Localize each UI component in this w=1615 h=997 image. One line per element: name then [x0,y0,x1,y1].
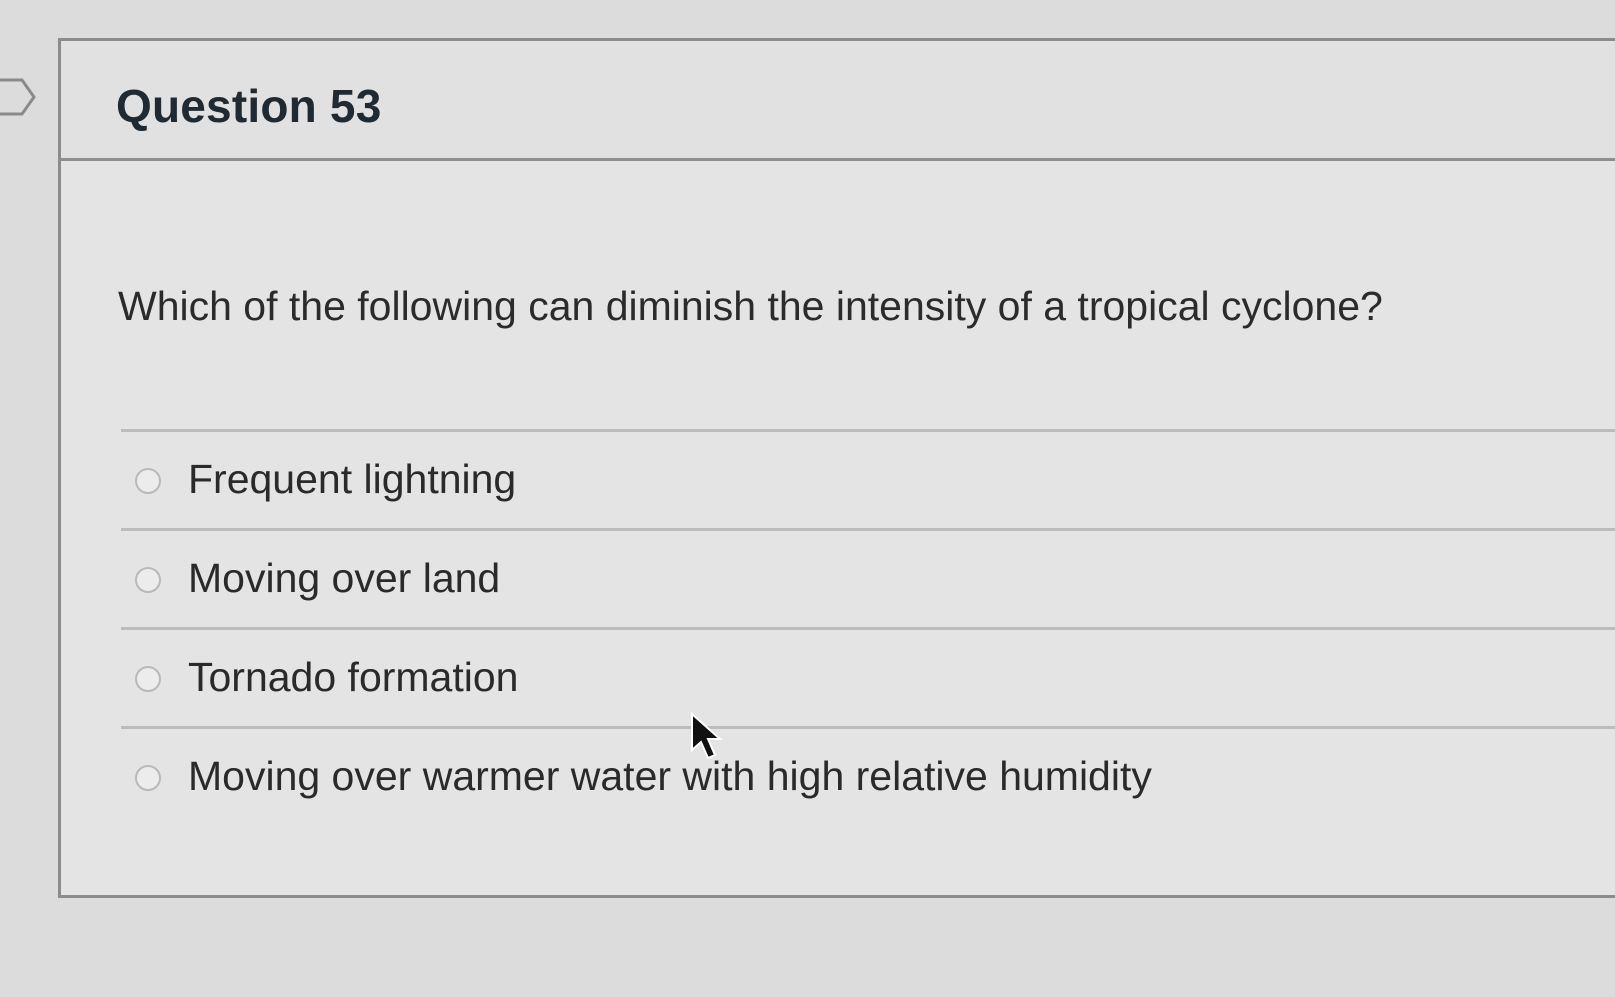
answer-label[interactable]: Moving over warmer water with high relat… [188,753,1152,800]
answer-list: Frequent lightning Moving over land Torn… [121,429,1615,825]
answer-option[interactable]: Moving over land [121,528,1615,627]
mouse-pointer-icon [691,712,723,760]
question-title: Question 53 [116,80,382,132]
question-body: Which of the following can diminish the … [61,161,1615,895]
radio-button-icon[interactable] [135,468,161,494]
question-card: Question 53 Which of the following can d… [58,38,1615,898]
answer-option[interactable]: Moving over warmer water with high relat… [121,726,1615,825]
answer-option[interactable]: Tornado formation [121,627,1615,726]
answer-label[interactable]: Tornado formation [188,654,518,701]
radio-button-icon[interactable] [135,666,161,692]
question-header: Question 53 [61,41,1615,161]
radio-button-icon[interactable] [135,765,161,791]
question-text: Which of the following can diminish the … [118,283,1383,329]
radio-button-icon[interactable] [135,567,161,593]
flag-question-icon[interactable] [0,76,38,118]
answer-label[interactable]: Frequent lightning [188,456,516,503]
answer-option[interactable]: Frequent lightning [121,429,1615,528]
answer-label[interactable]: Moving over land [188,555,500,602]
